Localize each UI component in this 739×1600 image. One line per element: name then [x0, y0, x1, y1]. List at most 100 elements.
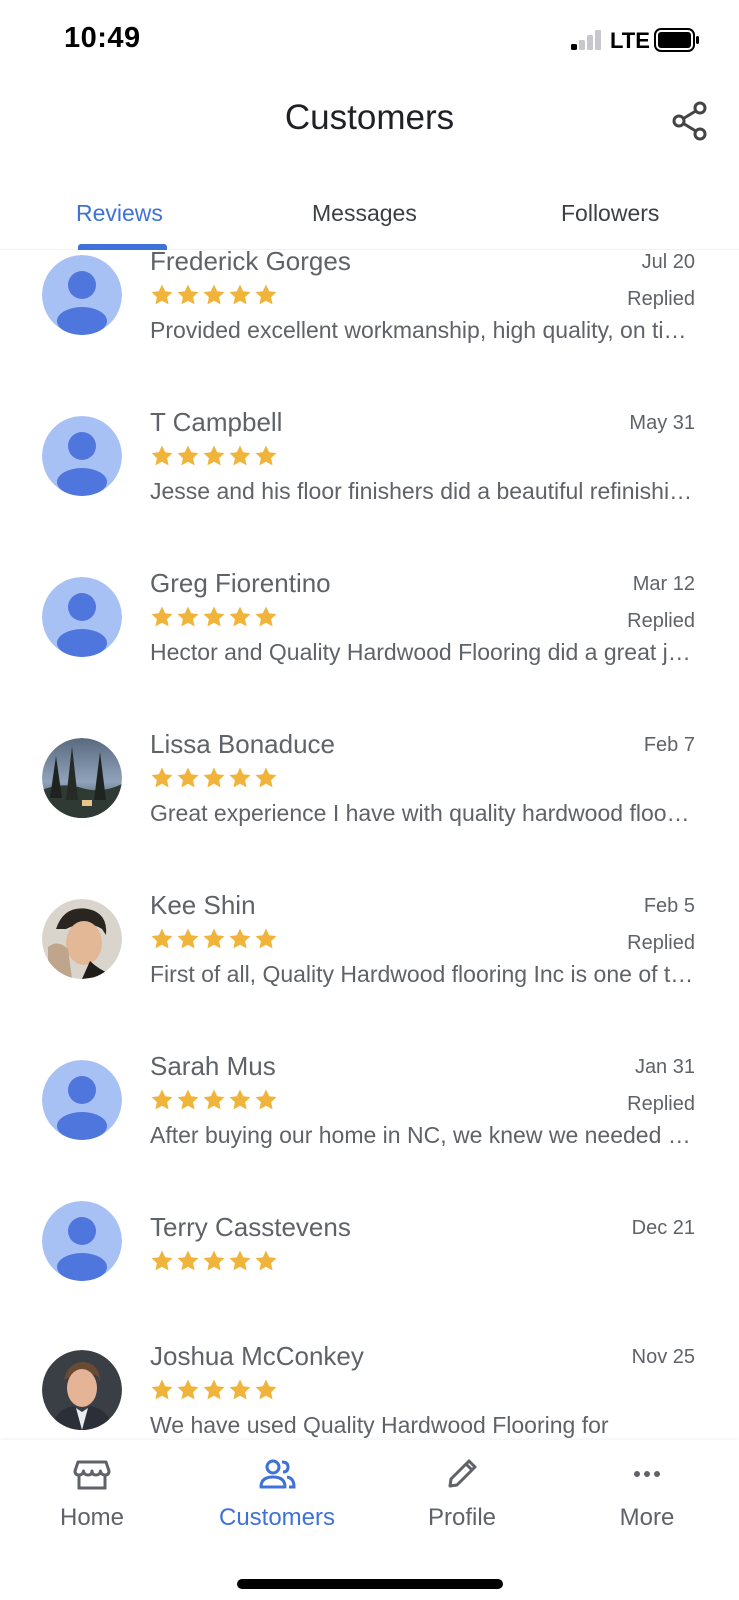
pencil-icon [448, 1459, 477, 1488]
star-icon [255, 928, 277, 949]
status-time: 10:49 [64, 22, 141, 54]
reviewer-name: Terry Casstevens [150, 1212, 351, 1242]
storefront-icon [73, 1460, 111, 1490]
star-icon [229, 284, 251, 305]
star-icon [177, 1089, 199, 1110]
star-icon [255, 767, 277, 788]
nav-profile[interactable]: Profile [372, 1454, 552, 1532]
review-date: Jul 20 [641, 251, 695, 273]
review-date: Jan 31 [634, 1056, 695, 1078]
status-bar: 10:49 LTE [0, 0, 739, 80]
reviewer-name: T Campbell [150, 407, 283, 437]
review-date: May 31 [629, 412, 695, 434]
star-icon [151, 767, 173, 788]
star-icon [151, 1089, 173, 1110]
review-snippet: We have used Quality Hardwood Flooring f… [150, 1412, 609, 1438]
replied-status: Replied [627, 610, 695, 632]
star-rating [150, 283, 278, 307]
reviewer-name: Sarah Mus [150, 1051, 276, 1081]
star-icon [151, 284, 173, 305]
review-date: Dec 21 [631, 1217, 695, 1239]
star-icon [229, 1250, 251, 1271]
star-icon [151, 928, 173, 949]
page-title: Customers [284, 98, 455, 137]
review-item[interactable]: Frederick Gorges Jul 20 Replied Provided… [0, 250, 739, 411]
star-icon [177, 928, 199, 949]
review-item[interactable]: Greg Fiorentino Mar 12 Replied Hector an… [0, 568, 739, 733]
star-icon [177, 284, 199, 305]
default-avatar-icon [42, 1201, 122, 1281]
star-icon [203, 767, 225, 788]
tab-reviews[interactable]: Reviews [76, 200, 163, 227]
signal-strength-icon [571, 30, 603, 50]
star-icon [151, 1250, 173, 1271]
replied-status: Replied [627, 288, 695, 310]
tab-bar: Reviews Messages Followers [0, 180, 739, 250]
review-date: Feb 5 [643, 895, 695, 917]
star-icon [229, 606, 251, 627]
nav-profile-label: Profile [427, 1504, 497, 1531]
review-item[interactable]: Sarah Mus Jan 31 Replied After buying ou… [0, 1051, 739, 1216]
star-icon [229, 445, 251, 466]
replied-status: Replied [627, 932, 695, 954]
people-icon [259, 1459, 296, 1489]
replied-status: Replied [627, 1093, 695, 1115]
default-avatar-icon [42, 255, 122, 335]
star-rating [150, 766, 278, 790]
nav-more[interactable]: More [557, 1454, 737, 1532]
review-item[interactable]: T Campbell May 31 Jesse and his floor fi… [0, 407, 739, 572]
review-snippet: First of all, Quality Hardwood flooring … [150, 961, 696, 987]
nav-home-label: Home [59, 1504, 125, 1531]
star-icon [203, 1379, 225, 1400]
star-icon [177, 445, 199, 466]
star-icon [203, 1089, 225, 1110]
nav-home[interactable]: Home [2, 1454, 182, 1532]
review-list[interactable]: Frederick Gorges Jul 20 Replied Provided… [0, 250, 739, 1440]
star-icon [203, 284, 225, 305]
header: Customers [0, 80, 739, 170]
default-avatar-icon [42, 577, 122, 657]
review-snippet: Provided excellent workmanship, high qua… [150, 317, 696, 343]
star-icon [229, 1089, 251, 1110]
star-icon [229, 767, 251, 788]
reviewer-name: Frederick Gorges [150, 250, 351, 276]
review-snippet: After buying our home in NC, we knew we … [150, 1122, 696, 1148]
star-rating [150, 444, 278, 468]
star-icon [255, 606, 277, 627]
star-icon [255, 284, 277, 305]
review-snippet: Jesse and his floor finishers did a beau… [150, 478, 696, 504]
review-date: Feb 7 [643, 734, 695, 756]
default-avatar-icon [42, 1060, 122, 1140]
star-rating [150, 927, 278, 951]
star-icon [229, 928, 251, 949]
review-date: Nov 25 [631, 1346, 695, 1368]
star-icon [203, 606, 225, 627]
star-rating [150, 1378, 278, 1402]
star-rating [150, 1088, 278, 1112]
review-item[interactable]: Lissa Bonaduce Feb 7 Great experience I … [0, 729, 739, 894]
star-rating [150, 605, 278, 629]
review-date: Mar 12 [632, 573, 695, 595]
tab-messages[interactable]: Messages [312, 200, 417, 227]
landscape-photo-avatar [42, 738, 122, 818]
person-photo-avatar [42, 899, 122, 979]
review-item[interactable]: Kee Shin Feb 5 Replied First of all, Qua… [0, 890, 739, 1055]
battery-icon [654, 28, 699, 52]
tab-followers[interactable]: Followers [561, 200, 659, 227]
default-avatar-icon [42, 416, 122, 496]
reviewer-name: Joshua McConkey [150, 1341, 364, 1371]
share-icon[interactable] [670, 101, 710, 141]
star-icon [177, 606, 199, 627]
nav-more-label: More [619, 1504, 675, 1531]
star-icon [255, 1089, 277, 1110]
network-type: LTE [610, 28, 650, 53]
reviewer-name: Lissa Bonaduce [150, 729, 336, 759]
review-item[interactable]: Joshua McConkey Nov 25 We have used Qual… [0, 1341, 739, 1440]
star-icon [203, 445, 225, 466]
star-icon [151, 606, 173, 627]
home-indicator[interactable] [237, 1579, 503, 1589]
nav-customers[interactable]: Customers [187, 1454, 367, 1532]
star-icon [255, 445, 277, 466]
star-icon [177, 1250, 199, 1271]
star-icon [177, 767, 199, 788]
